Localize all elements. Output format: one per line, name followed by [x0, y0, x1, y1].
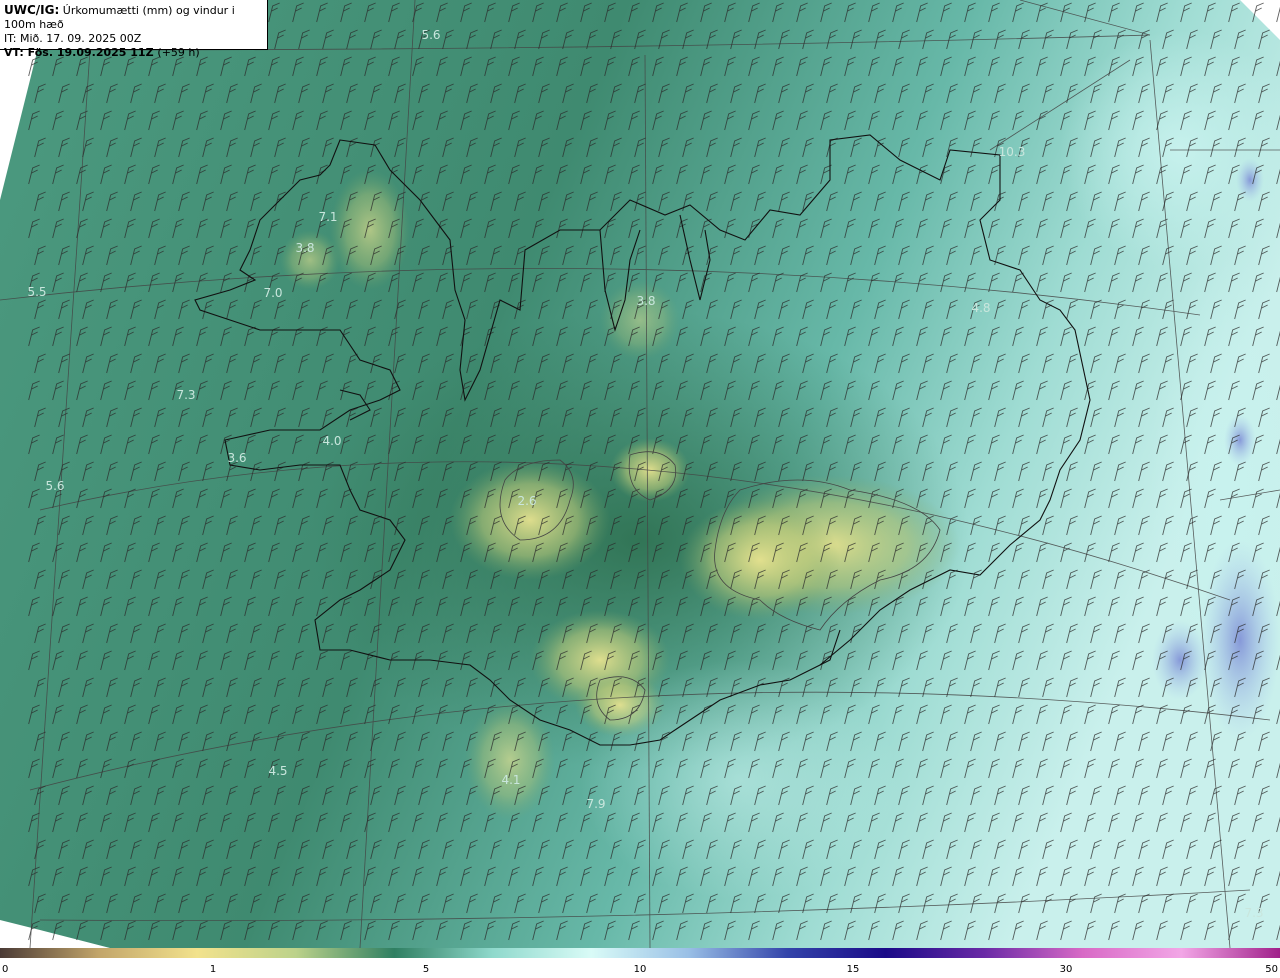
value-label: 7.0	[263, 286, 282, 300]
colorbar-tick: 1	[209, 964, 217, 975]
init-time: IT: Mið. 17. 09. 2025 00Z	[4, 32, 142, 45]
value-label: 5.6	[45, 479, 64, 493]
value-label: 4.5	[268, 764, 287, 778]
colorbar-tick: 10	[633, 964, 647, 975]
value-label: 10.3	[999, 145, 1026, 159]
value-label: 7.3	[176, 388, 195, 402]
colorbar-gradient	[0, 948, 1280, 958]
colorbar: 0 1 5 10 15 30 50	[0, 948, 1280, 978]
colorbar-tick: 30	[1059, 964, 1073, 975]
value-label: 3.6	[227, 451, 246, 465]
colorbar-tick: 0	[2, 964, 9, 975]
lead-time: (+59 h)	[157, 46, 200, 59]
value-label: 5.6	[421, 28, 440, 42]
value-label: 7.9	[586, 797, 605, 811]
value-label: 3.8	[636, 294, 655, 308]
value-label: 4.0	[322, 434, 341, 448]
colorbar-tick: 5	[422, 964, 430, 975]
value-label: 5.5	[27, 285, 46, 299]
value-label: 7.3	[1244, 906, 1263, 920]
info-box: UWC/IG: Úrkomumætti (mm) og vindur i 100…	[0, 0, 268, 59]
valid-time: Fös. 19.09.2025 11Z	[27, 46, 154, 59]
map-canvas: 5.6 7.1 3.8 5.5 7.0 7.3 4.0 3.6 5.6 3.8 4.8 10.3 2.6…	[0, 0, 1280, 948]
value-label: 3.8	[295, 241, 314, 255]
value-label: 4.1	[501, 773, 520, 787]
value-label: 4.8	[971, 301, 990, 315]
value-label: 2.6	[517, 494, 536, 508]
value-label: 7.1	[318, 210, 337, 224]
valid-prefix: VT:	[4, 46, 24, 59]
model-name: UWC/IG:	[4, 3, 60, 17]
colorbar-tick: 15	[846, 964, 860, 975]
precipitation-map: 5.6 7.1 3.8 5.5 7.0 7.3 4.0 3.6 5.6 3.8 4.8 10.3 2.6…	[0, 0, 1280, 948]
colorbar-tick: 50	[1265, 964, 1278, 975]
